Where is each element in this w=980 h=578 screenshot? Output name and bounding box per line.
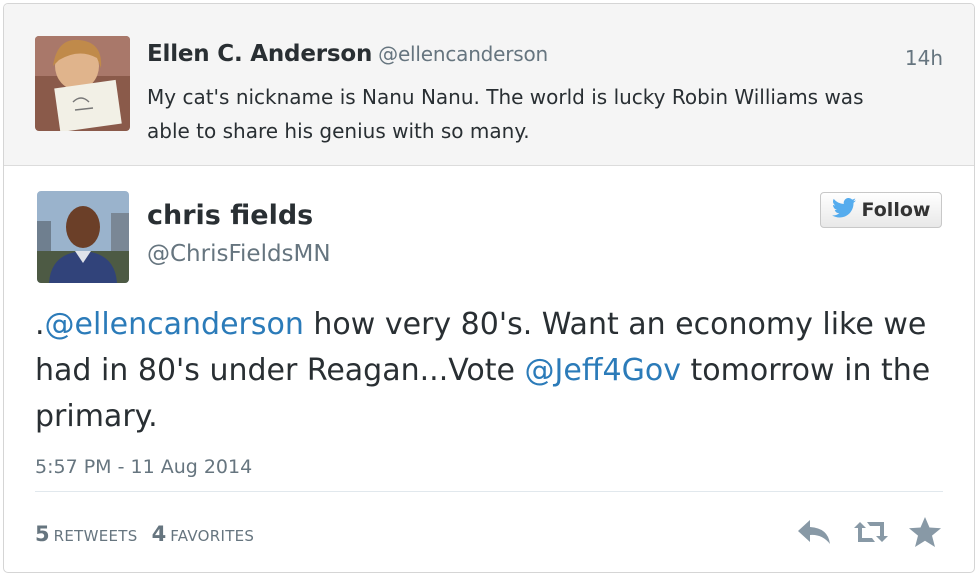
ellen-display-name[interactable]: Ellen C. Anderson @ellencanderson <box>147 41 548 67</box>
reply-icon[interactable] <box>796 516 832 548</box>
tweet-actions <box>796 516 944 548</box>
mention-link[interactable]: @ellencanderson <box>45 307 304 342</box>
retweet-icon[interactable] <box>852 516 888 548</box>
follow-button[interactable]: Follow <box>820 192 942 228</box>
follow-label: Follow <box>861 199 931 221</box>
chris-fields-avatar[interactable] <box>37 191 129 283</box>
parent-author-handle[interactable]: @ellencanderson <box>378 42 548 66</box>
tweet-timestamp[interactable]: 5:57 PM - 11 Aug 2014 <box>35 456 252 478</box>
favorites-count: 4 <box>151 522 167 546</box>
divider <box>35 491 943 492</box>
mention-link[interactable]: @Jeff4Gov <box>525 353 681 388</box>
favorites-stat[interactable]: 4 FAVORITES <box>152 522 255 546</box>
author-display-name[interactable]: chris fields <box>147 200 313 231</box>
parent-tweet-text: My cat's nickname is Nanu Nanu. The worl… <box>147 85 864 143</box>
parent-timestamp[interactable]: 14h <box>905 46 943 70</box>
tweet-text-part: . <box>35 307 45 342</box>
favorites-label: FAVORITES <box>170 527 255 545</box>
tweet-text: .@ellencanderson how very 80's. Want an … <box>35 302 935 440</box>
author-handle[interactable]: @ChrisFieldsMN <box>147 241 331 267</box>
retweets-stat[interactable]: 5 RETWEETS <box>35 522 138 546</box>
parent-author-name[interactable]: Ellen C. Anderson <box>147 41 372 67</box>
in-reply-to-tweet[interactable]: Ellen C. Anderson @ellencanderson 14h My … <box>4 4 974 166</box>
ellen-avatar[interactable] <box>35 36 130 131</box>
retweets-label: RETWEETS <box>53 527 138 545</box>
twitter-bird-icon <box>831 197 856 223</box>
star-icon[interactable] <box>908 516 944 548</box>
tweet-stats: 5 RETWEETS 4 FAVORITES <box>35 522 254 546</box>
retweets-count: 5 <box>35 522 50 546</box>
embedded-tweet-card: Ellen C. Anderson @ellencanderson 14h My … <box>3 3 975 573</box>
